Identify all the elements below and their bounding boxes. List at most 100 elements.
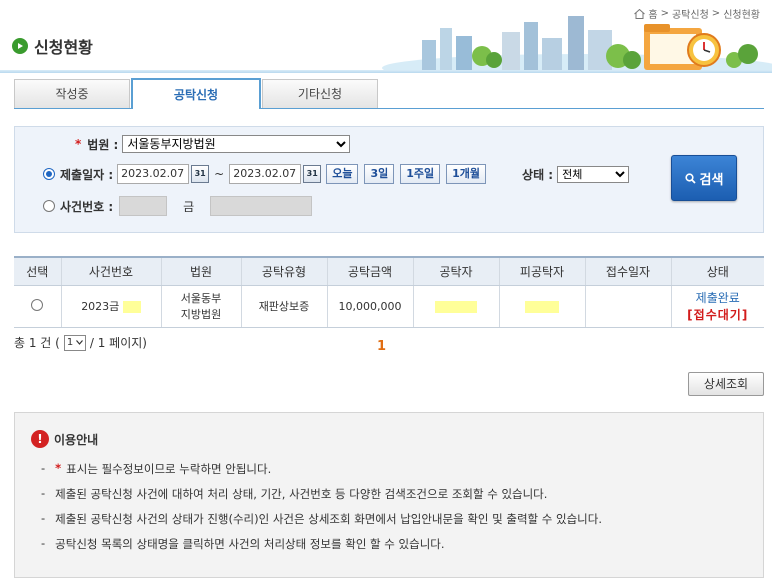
redacted-highlight xyxy=(525,300,559,313)
depositee-cell xyxy=(498,285,585,328)
usage-guide-list: - * 표시는 필수정보이므로 누락하면 안됩니다. - 제출된 공탁신청 사건… xyxy=(41,461,602,561)
date-separator: ~ xyxy=(214,167,225,181)
list-dash: - xyxy=(41,536,46,550)
date-radio[interactable] xyxy=(43,168,55,180)
case-no-text: 2023금 xyxy=(81,300,120,313)
list-dash: - xyxy=(41,511,46,525)
col-header-case-no: 사건번호 xyxy=(60,256,161,286)
case-number-input xyxy=(210,196,313,216)
result-table: 선택 사건번호 법원 공탁유형 공탁금액 공탁자 피공탁자 접수일자 상태 20… xyxy=(14,256,764,328)
receipt-date-cell xyxy=(584,285,671,328)
court-cell: 서울동부 지방법원 xyxy=(160,285,241,328)
page-select[interactable]: 1 xyxy=(63,334,86,351)
breadcrumb-separator: > xyxy=(660,8,669,19)
search-button[interactable]: 검색 xyxy=(671,155,737,201)
guide-text: 제출된 공탁신청 사건의 상태가 진행(수리)인 사건은 상세조회 화면에서 납… xyxy=(55,512,602,526)
col-header-amount: 공탁금액 xyxy=(326,256,413,286)
list-dash: - xyxy=(41,486,46,500)
court-text-line2: 지방법원 xyxy=(180,308,222,321)
tab-deposit-request[interactable]: 공탁신청 xyxy=(131,78,261,109)
court-select[interactable]: 서울동부지방법원 xyxy=(122,135,351,153)
court-label: 법원 : xyxy=(87,137,119,152)
status-link-wait[interactable]: [접수대기] xyxy=(672,306,765,323)
quick-today-button[interactable]: 오늘 xyxy=(326,164,359,184)
pager-info: 총 1 건 ( 1 / 1 페이지) xyxy=(14,334,147,351)
case-row: 사건번호 : 금 xyxy=(43,196,313,216)
tab-bar: 작성중 공탁신청 기타신청 xyxy=(14,78,764,109)
row-select-radio[interactable] xyxy=(31,298,44,311)
page-title: 신청현황 xyxy=(34,38,93,57)
tab-drafting[interactable]: 작성중 xyxy=(14,79,130,108)
required-mark: * xyxy=(75,137,82,151)
col-header-status: 상태 xyxy=(670,256,764,286)
type-cell: 재판상보증 xyxy=(240,285,327,328)
status-cell[interactable]: 제출완료 [접수대기] xyxy=(670,285,765,328)
guide-text: 제출된 공탁신청 사건에 대하여 처리 상태, 기간, 사건번호 등 다양한 검… xyxy=(55,487,548,501)
status-label: 상태 : xyxy=(522,167,554,182)
case-year-input xyxy=(119,196,168,216)
guide-text: 표시는 필수정보이므로 누락하면 안됩니다. xyxy=(66,462,272,476)
search-icon xyxy=(684,172,696,184)
page-select-value: 1 xyxy=(66,337,74,348)
breadcrumb-current: 신청현황 xyxy=(723,10,760,21)
court-row: * 법원 : 서울동부지방법원 xyxy=(75,135,351,153)
chevron-down-icon xyxy=(75,340,83,345)
exclamation-icon: ! xyxy=(31,430,49,448)
calendar-icon[interactable]: 31 xyxy=(303,165,322,183)
redacted-highlight xyxy=(435,300,477,313)
total-count-text: 총 1 건 ( xyxy=(14,336,60,350)
breadcrumb: 홈 > 공탁신청 > 신청현황 xyxy=(634,6,760,21)
list-item: - * 표시는 필수정보이므로 누락하면 안됩니다. xyxy=(41,461,602,486)
col-header-receipt-date: 접수일자 xyxy=(584,256,671,286)
usage-guide-title: ! 이용안내 xyxy=(31,430,98,448)
guide-text: 공탁신청 목록의 상태명을 클릭하면 사건의 처리상태 정보를 확인 할 수 있… xyxy=(55,537,445,551)
status-select[interactable]: 전체 xyxy=(557,165,630,183)
usage-guide-heading: 이용안내 xyxy=(54,432,99,447)
total-pages-text: / 1 페이지) xyxy=(89,336,147,350)
required-mark: * xyxy=(55,461,62,475)
status-link-done[interactable]: 제출완료 xyxy=(672,289,765,306)
quick-1week-button[interactable]: 1주일 xyxy=(400,164,441,184)
list-item: - 공탁신청 목록의 상태명을 클릭하면 사건의 처리상태 정보를 확인 할 수… xyxy=(41,536,602,561)
row-select-cell xyxy=(14,285,61,328)
list-item: - 제출된 공탁신청 사건에 대하여 처리 상태, 기간, 사건번호 등 다양한… xyxy=(41,486,602,511)
table-row[interactable]: 2023금 서울동부 지방법원 재판상보증 10,000,000 제출완료 [접… xyxy=(14,285,765,328)
case-radio[interactable] xyxy=(43,200,55,212)
col-header-depositee: 피공탁자 xyxy=(498,256,585,286)
pagination-current-page[interactable]: 1 xyxy=(377,339,386,354)
breadcrumb-home[interactable]: 홈 xyxy=(648,6,657,21)
page-header: 홈 > 공탁신청 > 신청현황 신청현황 xyxy=(0,0,772,76)
date-row: 제출일자 : 2023.02.07 31 ~ 2023.02.07 31 오늘 … xyxy=(43,164,630,184)
page-title-wrap: 신청현황 xyxy=(12,34,93,58)
case-type-label: 금 xyxy=(183,199,195,214)
depositor-cell xyxy=(412,285,499,328)
search-button-label: 검색 xyxy=(699,172,724,188)
date-from-input[interactable]: 2023.02.07 xyxy=(117,164,190,184)
table-header-row: 선택 사건번호 법원 공탁유형 공탁금액 공탁자 피공탁자 접수일자 상태 xyxy=(14,256,764,286)
redacted-highlight xyxy=(122,301,141,313)
col-header-court: 법원 xyxy=(160,256,241,286)
col-header-type: 공탁유형 xyxy=(240,256,327,286)
quick-1month-button[interactable]: 1개월 xyxy=(446,164,487,184)
col-header-depositor: 공탁자 xyxy=(412,256,499,286)
header-divider xyxy=(0,70,772,73)
home-icon[interactable] xyxy=(634,8,646,19)
amount-cell: 10,000,000 xyxy=(326,285,413,328)
court-text-line1: 서울동부 xyxy=(180,292,222,305)
calendar-icon[interactable]: 31 xyxy=(191,165,210,183)
play-bullet-icon xyxy=(12,38,28,54)
case-no-cell: 2023금 xyxy=(60,285,161,328)
date-to-input[interactable]: 2023.02.07 xyxy=(229,164,302,184)
search-panel: * 법원 : 서울동부지방법원 제출일자 : 2023.02.07 31 ~ 2… xyxy=(14,126,764,233)
list-item: - 제출된 공탁신청 사건의 상태가 진행(수리)인 사건은 상세조회 화면에서… xyxy=(41,511,602,536)
case-label: 사건번호 : xyxy=(60,199,114,214)
list-dash: - xyxy=(41,461,46,475)
tab-other-request[interactable]: 기타신청 xyxy=(262,79,378,108)
usage-guide-box: ! 이용안내 - * 표시는 필수정보이므로 누락하면 안됩니다. - 제출된 … xyxy=(14,412,764,578)
date-label: 제출일자 : xyxy=(60,167,114,182)
quick-3day-button[interactable]: 3일 xyxy=(364,164,395,184)
detail-view-button[interactable]: 상세조회 xyxy=(688,372,764,396)
col-header-select: 선택 xyxy=(14,256,61,286)
breadcrumb-deposit[interactable]: 공탁신청 xyxy=(672,6,709,21)
breadcrumb-separator: > xyxy=(711,8,721,19)
